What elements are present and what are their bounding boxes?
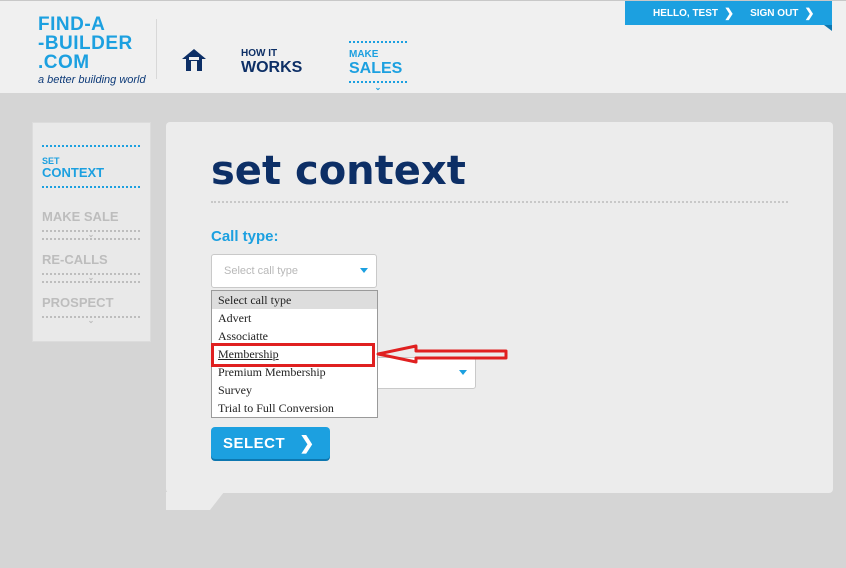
user-bar-fold (824, 25, 832, 31)
sidebar-item-prospect[interactable]: PROSPECT ⌄ (42, 295, 140, 325)
call-type-label: Call type: (211, 228, 279, 245)
logo-line-1: FIND-A (38, 14, 106, 35)
sign-out-label: SIGN OUT (750, 7, 799, 19)
nav-make-large: SALES (349, 60, 403, 77)
sidebar-dots-top (42, 145, 140, 147)
nav-how-it-works[interactable]: HOW IT WORKS (241, 48, 302, 77)
chevron-right-icon: ❯ (724, 6, 735, 20)
select-button[interactable]: SELECT ❯ (211, 427, 330, 459)
nav-make-small: MAKE (349, 49, 379, 60)
logo-line-2: -BUILDER (38, 33, 133, 54)
select-button-label: SELECT (223, 434, 286, 452)
sidebar-item-set-context[interactable]: SET CONTEXT (42, 145, 140, 188)
panel-speech-tail (166, 492, 224, 510)
step-sidebar: SET CONTEXT MAKE SALE ⌄ RE-CALLS ⌄ PROSP… (32, 122, 151, 342)
logo-tagline: a better building world (38, 74, 146, 86)
annotation-arrow-icon (376, 344, 508, 364)
home-icon[interactable] (180, 47, 208, 73)
chevron-down-icon: ⌄ (374, 83, 382, 92)
chevron-right-icon: ❯ (299, 432, 315, 453)
header-bar: FIND-A -BUILDER .COM a better building w… (0, 0, 846, 93)
sidebar-item-make-sale[interactable]: MAKE SALE ⌄ (42, 209, 140, 240)
call-type-select-value: Select call type (224, 265, 298, 277)
sidebar-item-re-calls[interactable]: RE-CALLS ⌄ (42, 252, 140, 283)
logo-line-3: .COM (38, 52, 90, 73)
find-a-builder-logo[interactable]: FIND-A -BUILDER .COM a better building w… (38, 15, 158, 91)
nav-how-large: WORKS (241, 59, 303, 76)
user-bar: HELLO, TEST ❯ SIGN OUT ❯ (625, 1, 832, 31)
nav-make-sales[interactable]: MAKE SALES ⌄ (349, 41, 407, 92)
nav-make-dots-top (349, 41, 407, 45)
call-type-select[interactable]: Select call type (211, 254, 377, 288)
sign-out-link[interactable]: SIGN OUT ❯ (750, 6, 814, 20)
dropdown-arrow-icon (459, 370, 467, 375)
dropdown-arrow-icon (360, 268, 368, 273)
user-greeting-link[interactable]: HELLO, TEST ❯ (653, 6, 734, 20)
title-divider (211, 201, 788, 203)
nav-how-small: HOW IT (241, 48, 278, 59)
sidebar-item-label: PROSPECT (42, 295, 114, 310)
option-advert[interactable]: Advert (212, 309, 377, 327)
option-survey[interactable]: Survey (212, 381, 377, 399)
annotation-highlight-box (211, 343, 375, 367)
sidebar-item-label: RE-CALLS (42, 252, 108, 267)
sidebar-item-label: CONTEXT (42, 165, 105, 180)
sidebar-item-label: MAKE SALE (42, 209, 119, 224)
option-trial-to-full-conversion[interactable]: Trial to Full Conversion (212, 399, 377, 417)
page-title: set context (211, 148, 466, 194)
user-greeting: HELLO, TEST (653, 7, 718, 19)
chevron-right-icon: ❯ (804, 6, 815, 20)
option-select-call-type[interactable]: Select call type (212, 291, 377, 309)
header-divider (156, 19, 157, 79)
chevron-down-icon: ⌄ (87, 316, 95, 325)
sidebar-dots-bottom (42, 186, 140, 188)
